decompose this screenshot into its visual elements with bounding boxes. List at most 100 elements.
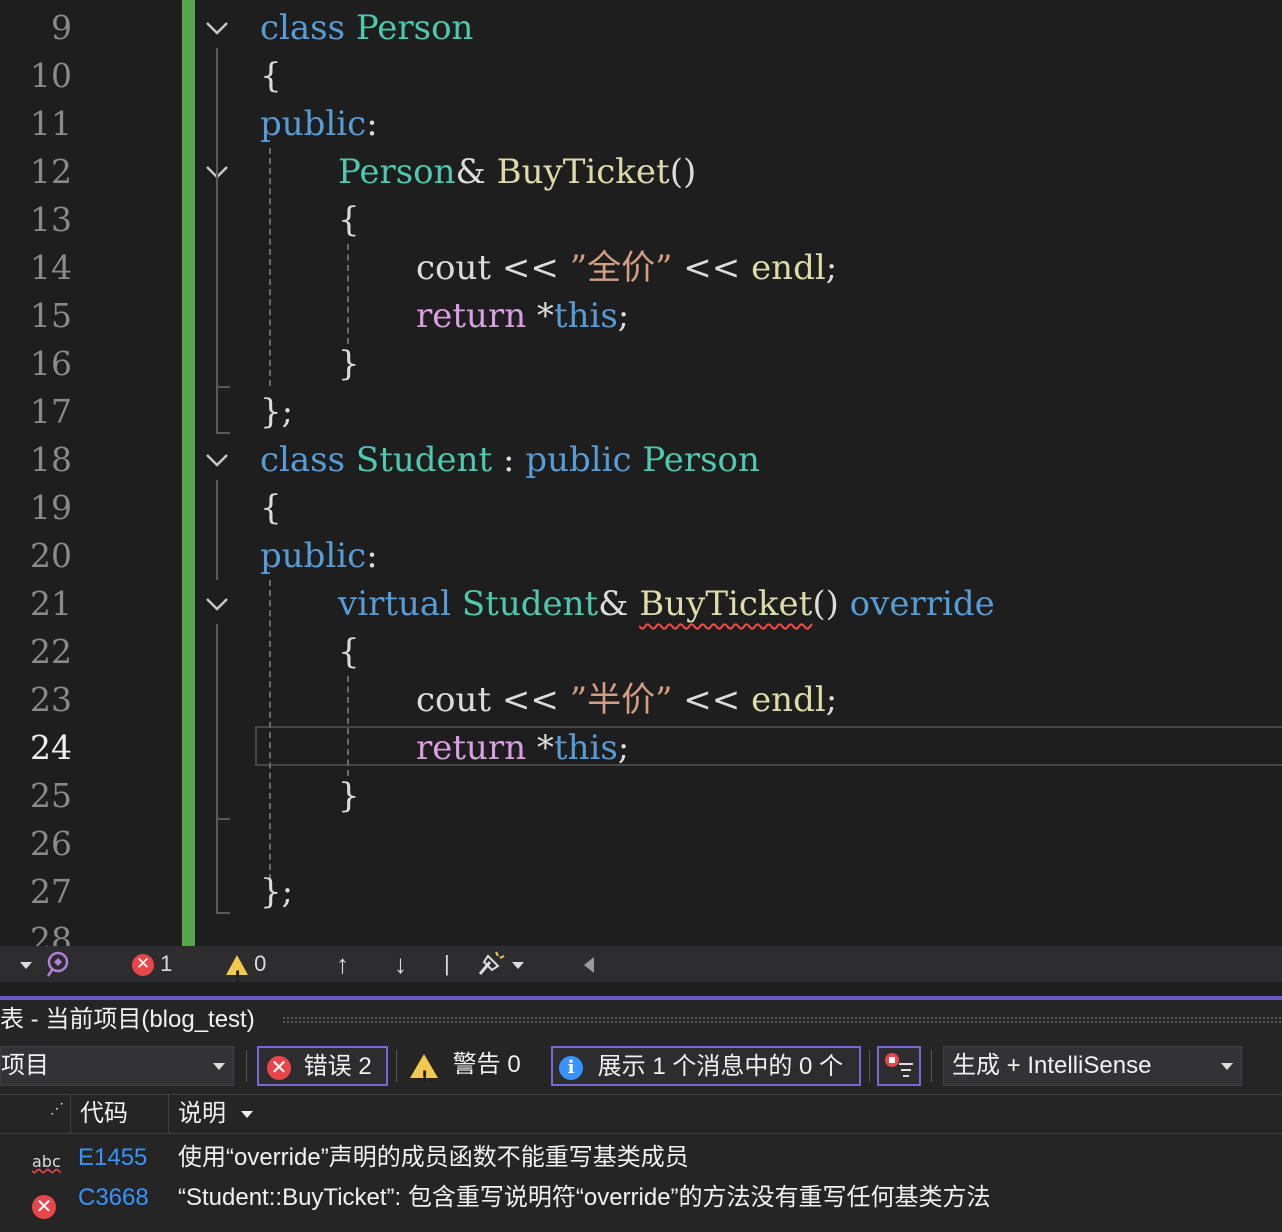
fold-outline (216, 480, 218, 580)
line-number: 27 (30, 872, 72, 911)
errors-filter-button[interactable]: ✕ 错误 2 (257, 1046, 388, 1086)
chevron-down-icon (213, 1063, 225, 1070)
code-line-17[interactable]: }; (260, 388, 293, 436)
code-line-19[interactable]: { (260, 484, 282, 532)
messages-filter-label: 展示 1 个消息中的 0 个 (597, 1053, 844, 1080)
code-cleanup-button[interactable] (476, 950, 530, 986)
error-count-indicator[interactable]: ✕ 1 (132, 946, 172, 982)
separator: | (444, 951, 450, 976)
error-grid-header: ⋰ 代码 说明 (0, 1094, 1282, 1134)
function-name-error[interactable]: BuyTicket (639, 584, 812, 624)
column-header-code[interactable]: 代码 (80, 1095, 128, 1133)
line-number: 13 (30, 200, 72, 239)
code-line-20[interactable]: public: (260, 532, 378, 580)
operator: << (501, 680, 559, 720)
error-code[interactable]: E1455 (78, 1138, 147, 1178)
fold-outline (216, 386, 218, 434)
code-line-25[interactable]: } (338, 772, 360, 820)
brace: { (338, 200, 360, 240)
keyword: class (260, 440, 346, 480)
keyword: return (416, 728, 527, 768)
warning-count: 0 (254, 951, 267, 976)
intellicode-icon[interactable] (46, 950, 72, 986)
source-dropdown[interactable]: 生成 + IntelliSense (943, 1046, 1242, 1086)
editor-status-strip: ✕ 1 0 ↑ ↓ | (0, 946, 1282, 995)
fold-outline-end (216, 386, 230, 388)
warnings-filter-button[interactable]: 警告 0 (410, 1046, 540, 1096)
indent-guide (347, 244, 349, 344)
fold-chevron-icon[interactable] (203, 590, 231, 618)
next-issue-button[interactable]: ↓ (394, 946, 407, 982)
line-number: 19 (30, 488, 72, 527)
line-number: 21 (30, 584, 72, 623)
zoom-dropdown[interactable] (20, 946, 32, 982)
code-line-15[interactable]: return *this; (416, 292, 629, 340)
punct: : (366, 536, 378, 576)
base-class-name: Person (642, 440, 760, 480)
code-line-16[interactable]: } (338, 340, 360, 388)
indent-guide (269, 148, 271, 386)
line-number: 16 (30, 344, 72, 383)
punct: ; (617, 728, 630, 768)
code-line-9[interactable]: class Person (260, 4, 473, 52)
code-line-11[interactable]: public: (260, 100, 378, 148)
scope-dropdown-value: 项目 (1, 1052, 49, 1079)
fold-outline-end (216, 912, 230, 914)
spelling-abc-icon: abc (32, 1152, 61, 1171)
sort-grip-icon[interactable]: ⋰ (50, 1101, 64, 1139)
panel-title[interactable]: 表 - 当前项目(blog_test) (0, 1002, 255, 1038)
fold-chevron-icon[interactable] (203, 446, 231, 474)
sort-descending-icon (240, 1111, 253, 1119)
brace: }; (260, 872, 294, 912)
previous-issue-button[interactable]: ↑ (336, 946, 349, 982)
code-line-22[interactable]: { (338, 628, 360, 676)
punct: : (503, 440, 515, 480)
identifier: cout (416, 680, 492, 720)
info-icon: i (559, 1055, 583, 1080)
keyword: override (849, 584, 995, 624)
type-name: Person (338, 152, 456, 192)
error-description: 使用“override”声明的成员函数不能重写基类成员 (178, 1144, 689, 1171)
keyword: class (260, 8, 346, 48)
line-number: 18 (30, 440, 72, 479)
scroll-left-icon[interactable] (584, 946, 594, 982)
operator: << (683, 248, 741, 288)
code-line-24[interactable]: return *this; (416, 724, 629, 772)
code-line-21[interactable]: virtual Student& BuyTicket() override (338, 580, 995, 628)
column-header-description[interactable]: 说明 (178, 1095, 253, 1133)
code-line-12[interactable]: Person& BuyTicket() (338, 148, 696, 196)
code-line-23[interactable]: cout << ”半价” << endl; (416, 676, 837, 724)
operator: * (536, 728, 554, 768)
description-header-label: 说明 (178, 1100, 226, 1127)
scope-dropdown[interactable]: 项目 (0, 1046, 234, 1086)
warning-count-indicator[interactable]: 0 (226, 946, 267, 995)
code-line-13[interactable]: { (338, 196, 360, 244)
error-row[interactable]: ✕ C3668 “Student::BuyTicket”: 包含重写说明符“ov… (0, 1178, 1282, 1219)
error-icon: ✕ (132, 954, 154, 977)
errors-filter-label: 错误 2 (303, 1053, 372, 1080)
code-line-14[interactable]: cout << ”全价” << endl; (416, 244, 837, 292)
error-row[interactable]: abc E1455 使用“override”声明的成员函数不能重写基类成员 (0, 1138, 1282, 1178)
class-name: Person (355, 8, 474, 48)
filter-toggle-button[interactable] (877, 1046, 921, 1086)
brace: } (338, 776, 360, 816)
fold-chevron-icon[interactable] (203, 14, 231, 42)
down-arrow-icon: ↓ (394, 949, 407, 979)
messages-filter-button[interactable]: i 展示 1 个消息中的 0 个 (551, 1046, 861, 1086)
line-number: 9 (51, 8, 72, 47)
error-code[interactable]: C3668 (78, 1178, 149, 1218)
code-line-18[interactable]: class Student : public Person (260, 436, 760, 484)
warning-icon (226, 955, 248, 995)
function-name: BuyTicket (496, 152, 670, 192)
error-icon: ✕ (267, 1055, 291, 1080)
keyword: this (553, 296, 618, 336)
warning-icon (410, 1053, 438, 1096)
code-line-27[interactable]: }; (260, 868, 293, 916)
indent-guide (347, 676, 349, 776)
string-literal: ”全价” (569, 248, 673, 288)
code-line-10[interactable]: { (260, 52, 282, 100)
fold-outline (216, 192, 218, 386)
punct: ; (825, 248, 838, 288)
keyword: virtual (338, 584, 452, 624)
code-editor[interactable]: 9 10 11 12 13 14 15 16 17 18 19 20 21 22 23 24 25 26 27 28 … (0, 0, 1282, 946)
